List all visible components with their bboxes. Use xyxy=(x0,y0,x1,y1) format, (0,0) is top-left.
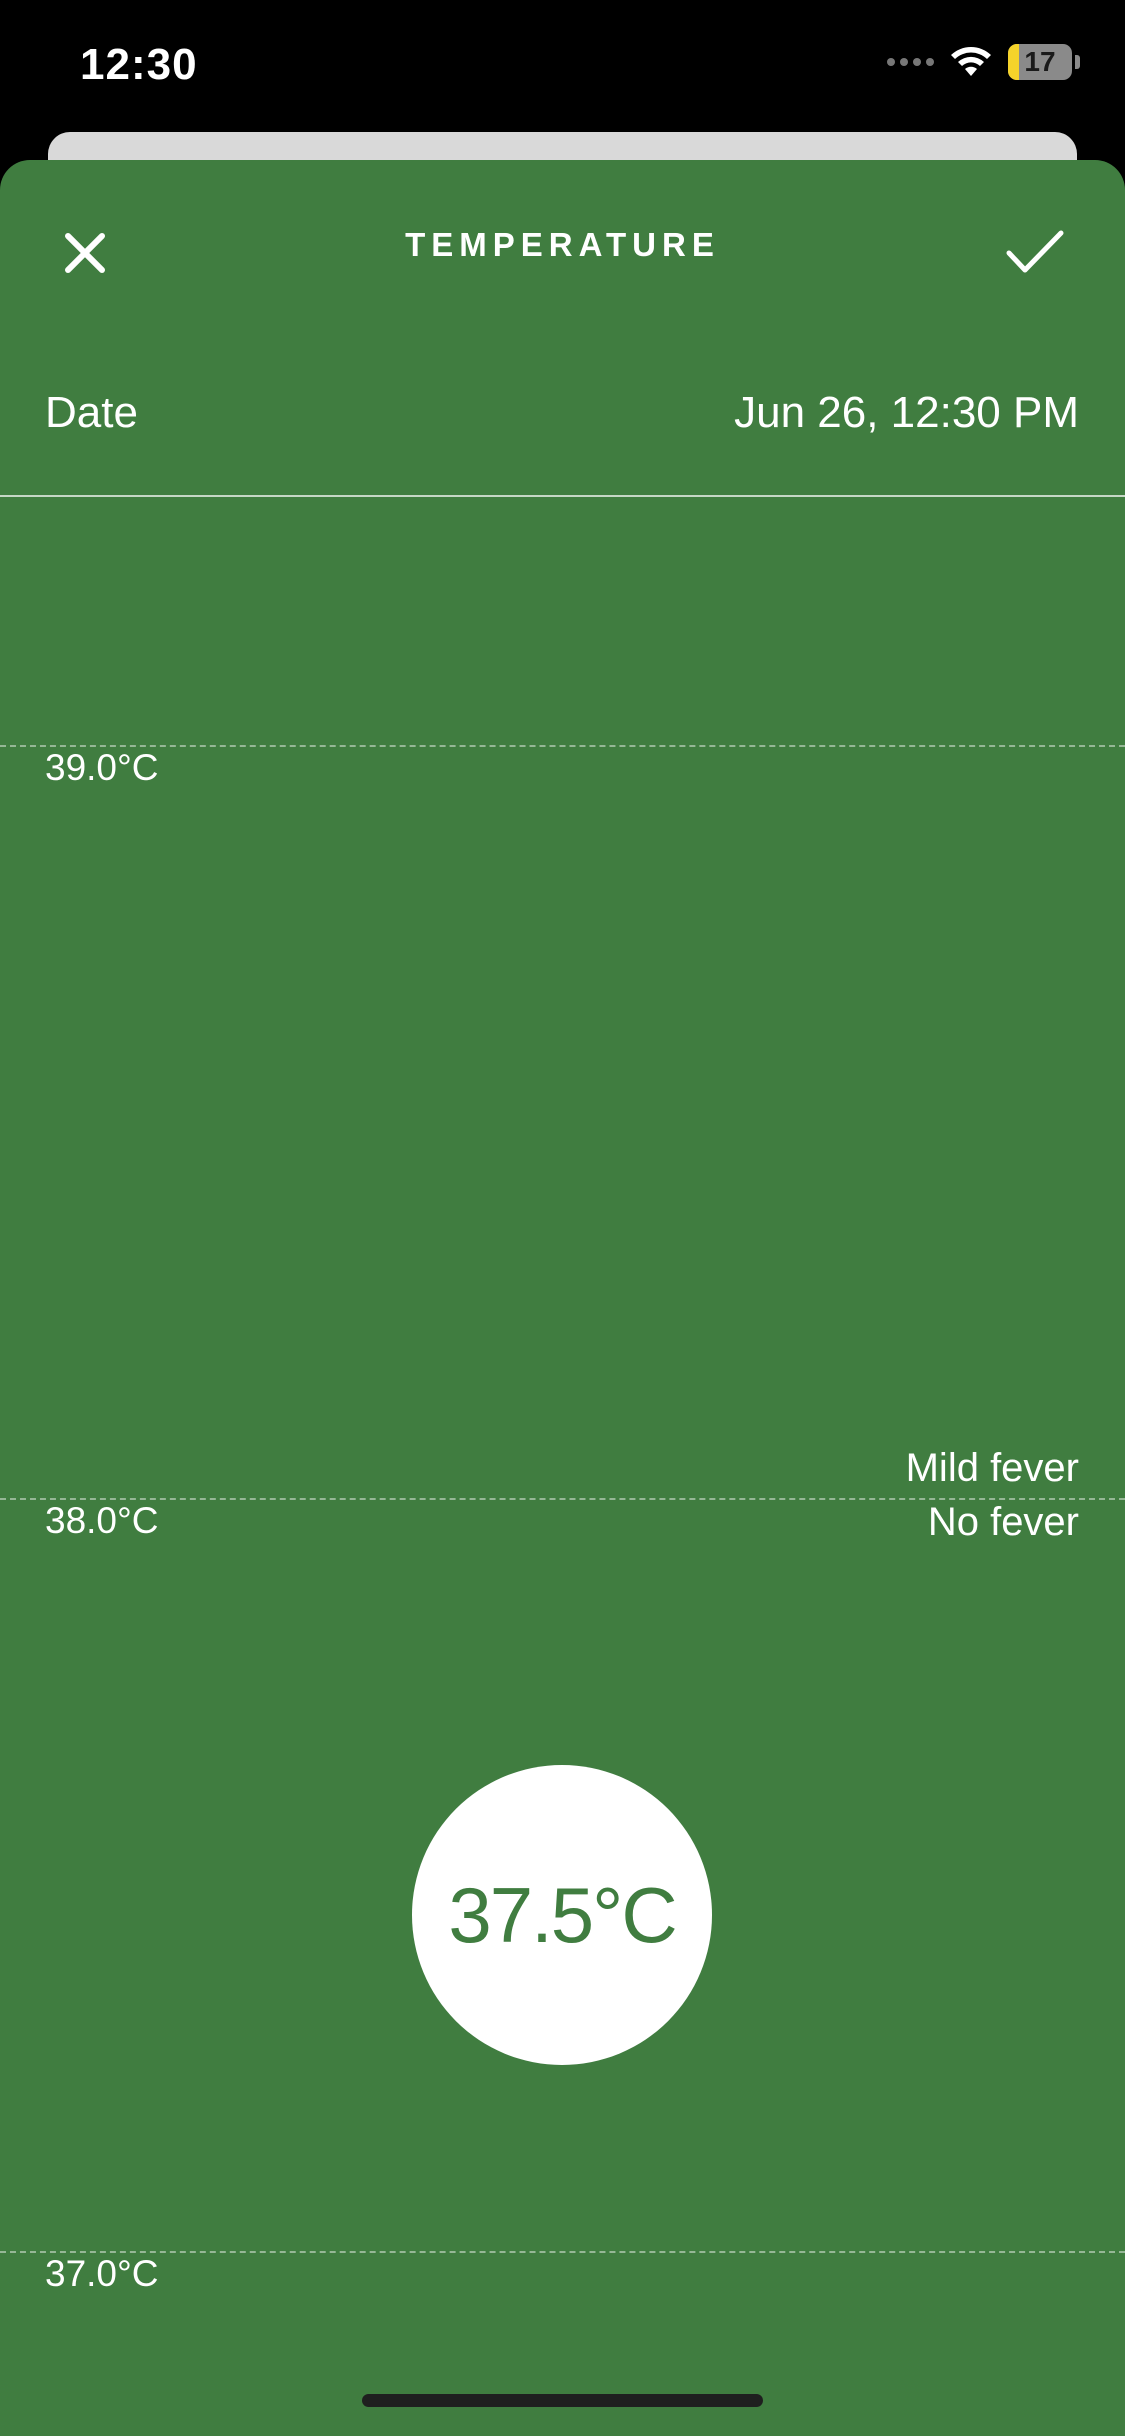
battery-level: 17 xyxy=(1024,46,1056,77)
date-row[interactable]: Date Jun 26, 12:30 PM xyxy=(0,360,1125,497)
temperature-value: 37.5°C xyxy=(448,1870,677,1959)
gridline-top xyxy=(0,745,1125,747)
confirm-button[interactable] xyxy=(995,212,1075,292)
battery-tip xyxy=(1075,55,1080,69)
date-value[interactable]: Jun 26, 12:30 PM xyxy=(734,388,1079,438)
battery-icon: 17 xyxy=(1008,44,1072,80)
status-icons: 17 xyxy=(887,44,1080,80)
tick-label-37: 37.0°C xyxy=(45,2253,159,2294)
wifi-icon xyxy=(951,47,991,76)
zone-label-below: No fever xyxy=(927,1500,1079,1544)
gridline-37 xyxy=(0,2251,1125,2253)
status-bar: 12:30 17 xyxy=(0,0,1125,135)
home-indicator xyxy=(362,2394,763,2407)
temperature-scale[interactable]: 39.0°C Mild fever 38.0°C No fever 37.5°C… xyxy=(0,495,1125,2436)
status-time: 12:30 xyxy=(80,40,198,89)
temperature-value-knob[interactable]: 37.5°C xyxy=(412,1765,712,2065)
temperature-sheet: TEMPERATURE Date Jun 26, 12:30 PM 39.0°C… xyxy=(0,160,1125,2436)
date-label: Date xyxy=(45,388,138,437)
page-title: TEMPERATURE xyxy=(405,226,720,263)
screen: 12:30 17 TEMPERATURE Date Jun 26, 12:30 … xyxy=(0,0,1125,2436)
cellular-signal-icon xyxy=(887,58,934,66)
tick-label-38: 38.0°C xyxy=(45,1500,159,1541)
zone-label-above: Mild fever xyxy=(905,1446,1079,1490)
checkmark-icon xyxy=(1006,230,1064,273)
tick-label-39: 39.0°C xyxy=(45,747,159,788)
sheet-header: TEMPERATURE xyxy=(0,160,1125,330)
